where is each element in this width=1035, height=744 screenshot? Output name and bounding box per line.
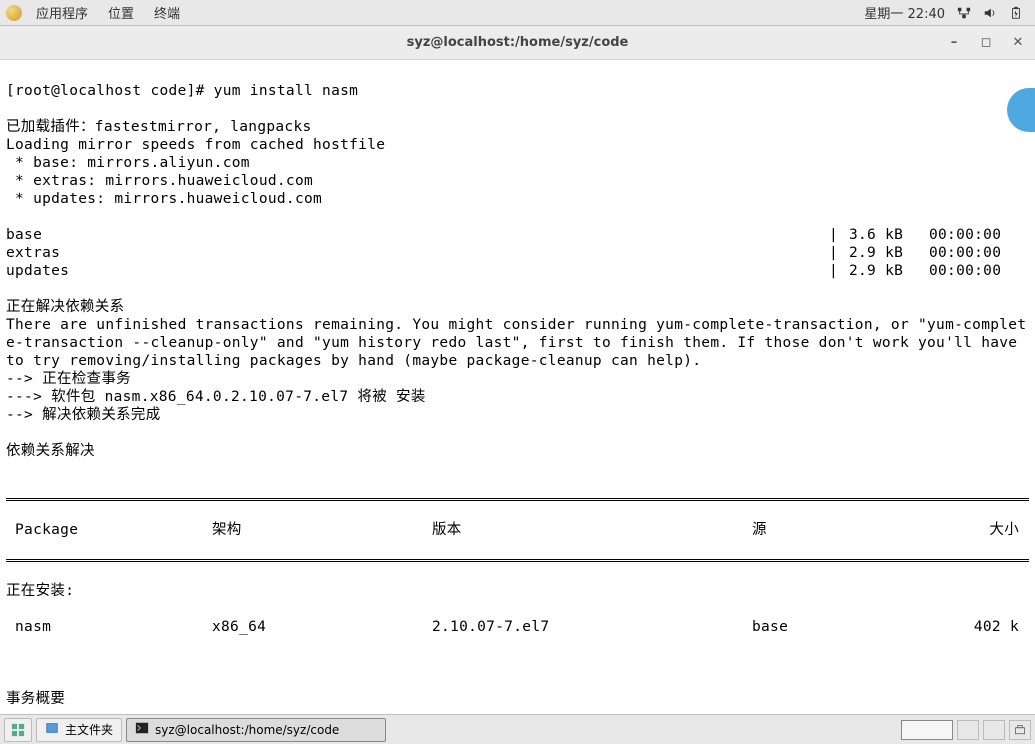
installing-label: 正在安装: <box>6 582 1029 600</box>
repo-row: extras| 2.9 kB00:00:00 <box>6 244 1029 262</box>
show-desktop-button[interactable] <box>4 718 32 742</box>
menu-applications[interactable]: 应用程序 <box>26 3 98 22</box>
taskbar-item-label: syz@localhost:/home/syz/code <box>155 723 339 737</box>
clock[interactable]: 星期一 22:40 <box>858 3 951 22</box>
terminal-output[interactable]: [root@localhost code]# yum install nasm … <box>0 60 1035 714</box>
taskbar-item[interactable]: 主文件夹 <box>36 718 122 742</box>
maximize-button[interactable]: ◻ <box>979 36 993 50</box>
battery-icon[interactable] <box>1003 6 1029 20</box>
terminal-line: 依赖关系解决 <box>6 442 1029 460</box>
minimize-button[interactable]: – <box>947 36 961 50</box>
table-row: nasm x86_64 2.10.07-7.el7 base 402 k <box>6 618 1029 636</box>
volume-icon[interactable] <box>977 6 1003 20</box>
files-icon <box>45 721 59 738</box>
window-title: syz@localhost:/home/syz/code <box>407 35 629 50</box>
repo-row: base| 3.6 kB00:00:00 <box>6 226 1029 244</box>
gnome-logo-icon <box>6 5 22 21</box>
terminal-line: Loading mirror speeds from cached hostfi… <box>6 136 1029 154</box>
tray-slot-1[interactable] <box>957 720 979 740</box>
tray-slot-2[interactable] <box>983 720 1005 740</box>
terminal-line: --> 正在检查事务 <box>6 370 1029 388</box>
blank <box>6 654 1029 672</box>
prompt-line: [root@localhost code]# yum install nasm <box>6 82 1029 100</box>
top-panel: 应用程序 位置 终端 星期一 22:40 <box>0 0 1035 26</box>
terminal-line: * extras: mirrors.huaweicloud.com <box>6 172 1029 190</box>
terminal-line: 已加载插件：fastestmirror, langpacks <box>6 118 1029 136</box>
taskbar: 主文件夹 syz@localhost:/home/syz/code <box>0 714 1035 744</box>
tray-slot-3[interactable] <box>1009 720 1031 740</box>
terminal-line: ---> 软件包 nasm.x86_64.0.2.10.07-7.el7 将被 … <box>6 388 1029 406</box>
taskbar-item[interactable]: syz@localhost:/home/syz/code <box>126 718 386 742</box>
table-divider-mid <box>6 559 1029 562</box>
terminal-line: There are unfinished transactions remain… <box>6 316 1029 334</box>
network-icon[interactable] <box>951 6 977 20</box>
tray-box[interactable] <box>901 720 953 740</box>
window-titlebar[interactable]: syz@localhost:/home/syz/code – ◻ ✕ <box>0 26 1035 60</box>
summary-label: 事务概要 <box>6 690 1029 708</box>
terminal-line: --> 解决依赖关系完成 <box>6 406 1029 424</box>
terminal-line: to try removing/installing packages by h… <box>6 352 1029 370</box>
terminal-line <box>6 424 1029 442</box>
table-header: Package 架构 版本 源 大小 <box>6 521 1029 539</box>
terminal-line: e-transaction --cleanup-only" and "yum h… <box>6 334 1029 352</box>
menu-places[interactable]: 位置 <box>98 3 144 22</box>
system-tray <box>901 720 1031 740</box>
terminal-line <box>6 460 1029 478</box>
repo-row: updates| 2.9 kB00:00:00 <box>6 262 1029 280</box>
table-divider-top <box>6 498 1029 501</box>
taskbar-item-label: 主文件夹 <box>65 721 113 738</box>
terminal-line: * base: mirrors.aliyun.com <box>6 154 1029 172</box>
terminal-line: * updates: mirrors.huaweicloud.com <box>6 190 1029 208</box>
menu-terminal[interactable]: 终端 <box>144 3 190 22</box>
terminal-icon <box>135 721 149 738</box>
terminal-line: 正在解决依赖关系 <box>6 298 1029 316</box>
close-button[interactable]: ✕ <box>1011 36 1025 50</box>
